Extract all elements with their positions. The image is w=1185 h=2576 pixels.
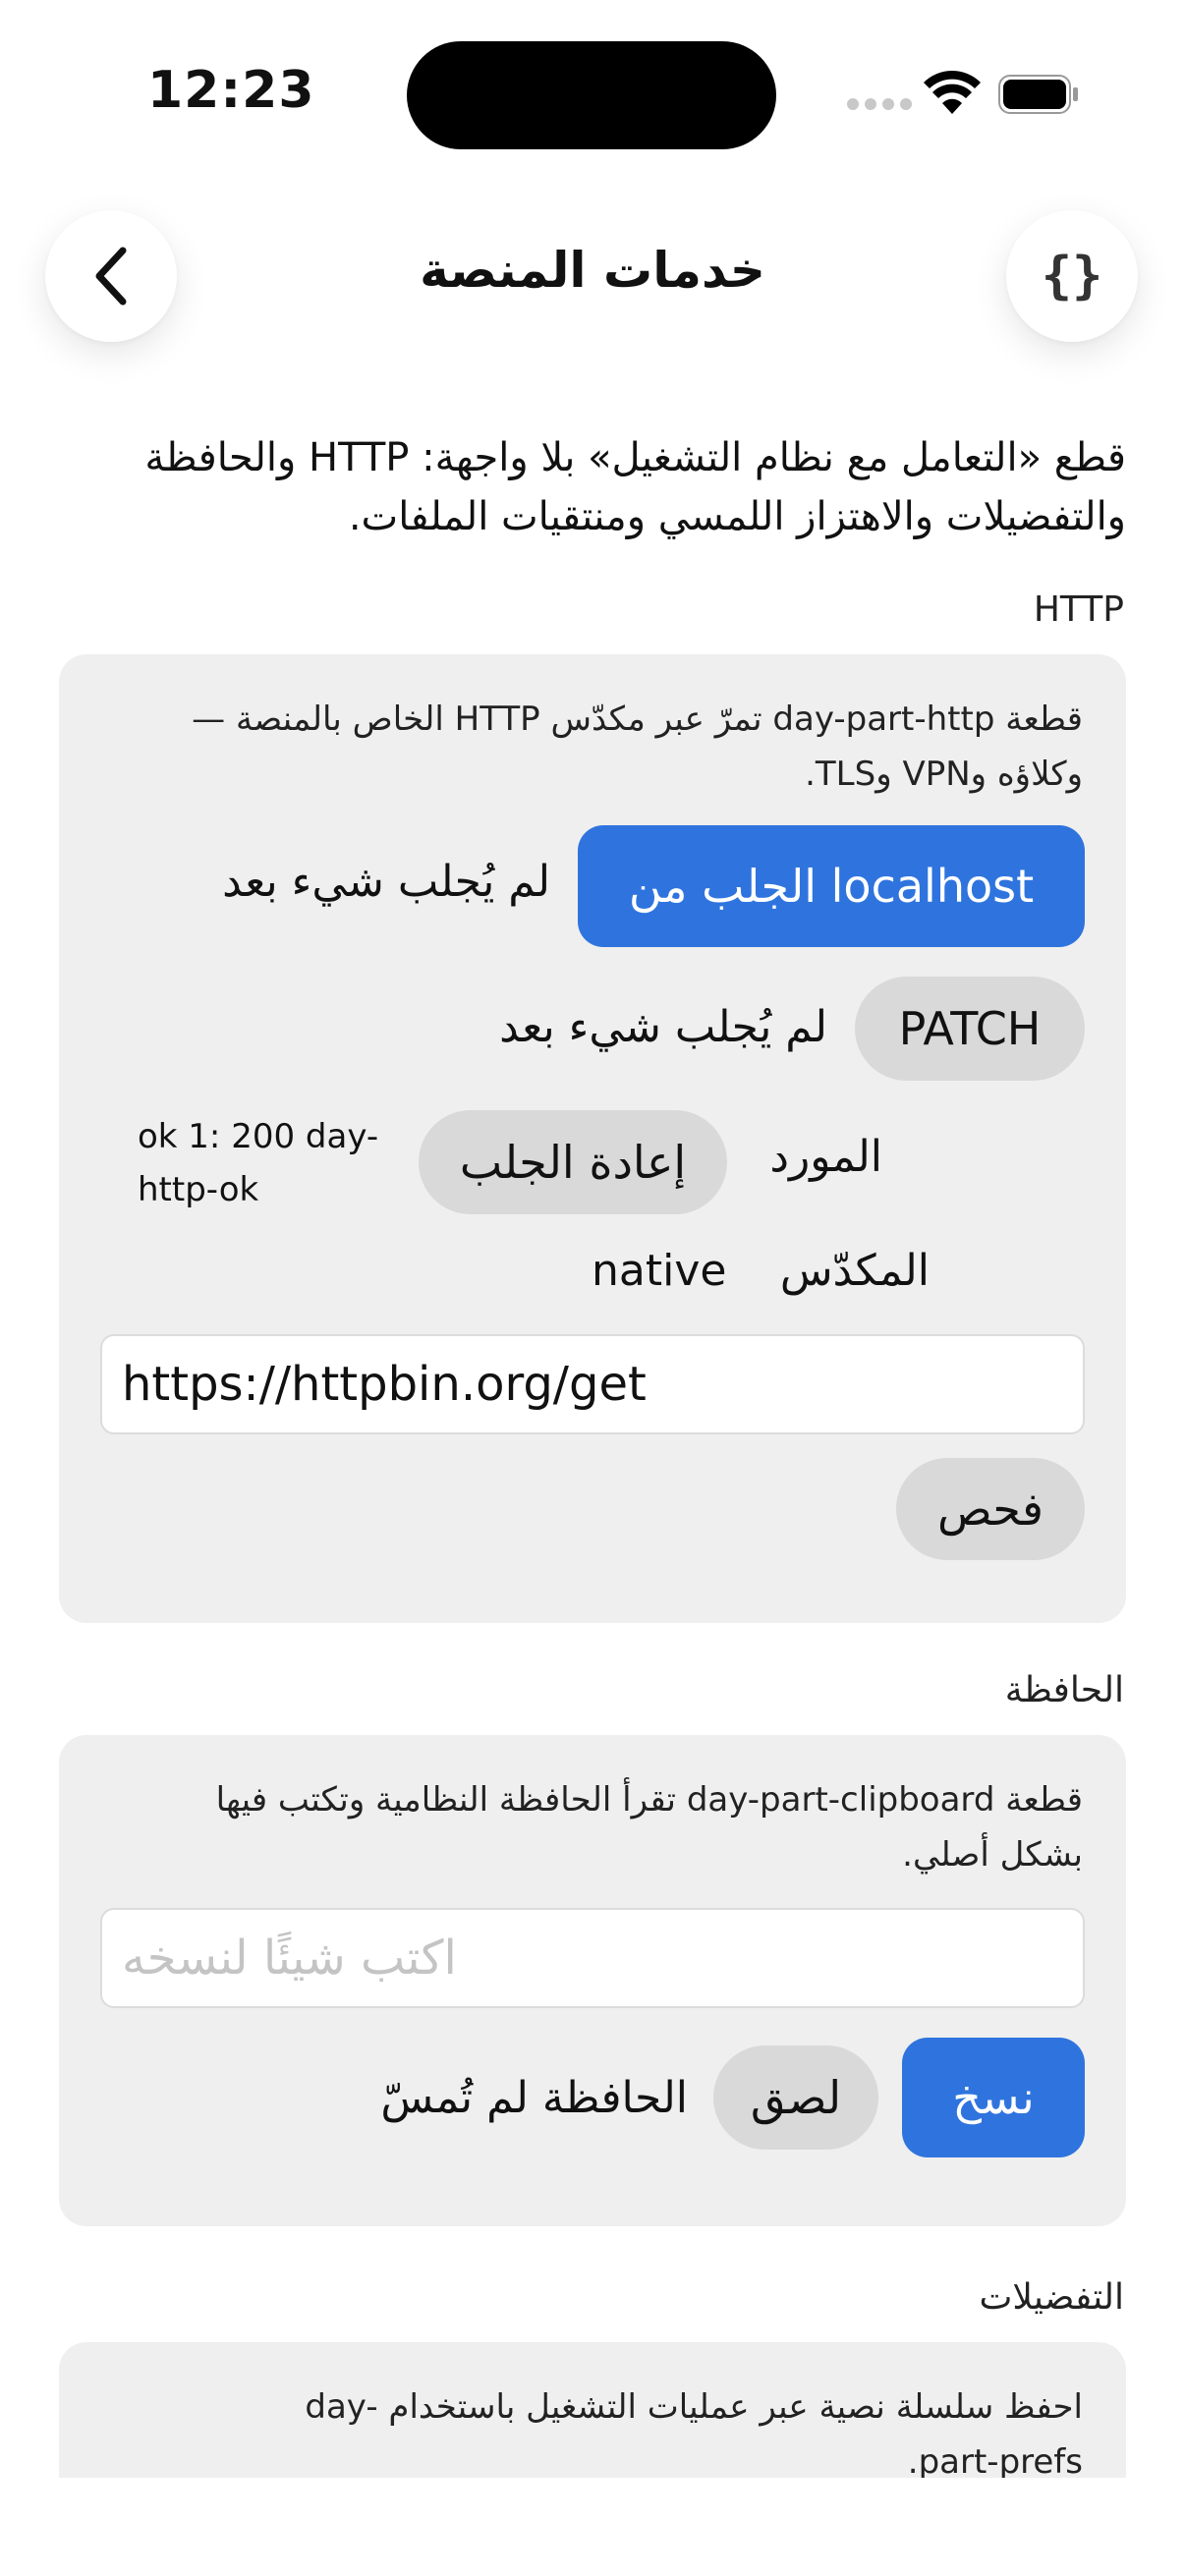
prefs-description: احفظ سلسلة نصية عبر عمليات التشغيل باستخ…: [305, 2387, 1083, 2480]
clipboard-status: الحافظة لم تُمسّ: [380, 2073, 688, 2123]
resource-value: ok 1: 200 day-http-ok: [138, 1117, 379, 1209]
bottom-fade: [0, 2478, 1185, 2576]
section-label-http: HTTP: [1033, 589, 1124, 630]
dynamic-island: [407, 41, 776, 149]
section-label-clipboard: الحافظة: [1004, 1670, 1124, 1710]
copy-button[interactable]: نسخ: [902, 2038, 1085, 2157]
wifi-icon: [924, 71, 981, 114]
http-card: قطعة day-part-http تمرّ عبر مكدّس HTTP ا…: [59, 654, 1126, 1623]
status-time: 12:23: [147, 61, 315, 120]
url-input[interactable]: https://httpbin.org/get: [100, 1334, 1085, 1434]
code-braces-icon: {}: [1041, 247, 1103, 306]
cellular-signal-icon: [847, 98, 912, 110]
battery-icon: [998, 75, 1078, 114]
intro-text: قطع «التعامل مع نظام التشغيل» بلا واجهة:…: [144, 435, 1126, 539]
chevron-left-icon: [95, 247, 127, 306]
paste-button[interactable]: لصق: [713, 2045, 878, 2150]
section-label-prefs: التفضيلات: [979, 2277, 1125, 2318]
patch-button[interactable]: PATCH: [855, 977, 1085, 1081]
back-button[interactable]: [45, 210, 177, 342]
clipboard-card: قطعة day-part-clipboard تقرأ الحافظة الن…: [59, 1735, 1126, 2226]
refetch-button[interactable]: إعادة الجلب: [419, 1110, 727, 1214]
fetch-localhost-status: لم يُجلب شيء بعد: [222, 857, 550, 907]
patch-status: لم يُجلب شيء بعد: [499, 1002, 827, 1052]
resource-label: المورد: [769, 1132, 882, 1182]
check-button[interactable]: فحص: [896, 1458, 1085, 1560]
fetch-localhost-button[interactable]: الجلب من localhost: [578, 825, 1085, 947]
page-title: خدمات المنصة: [420, 242, 765, 299]
clipboard-description: قطعة day-part-clipboard تقرأ الحافظة الن…: [215, 1780, 1083, 1875]
stack-label: المكدّس: [779, 1246, 930, 1296]
stack-value: native: [592, 1246, 727, 1296]
code-braces-button[interactable]: {}: [1006, 210, 1138, 342]
http-description: قطعة day-part-http تمرّ عبر مكدّس HTTP ا…: [192, 700, 1083, 794]
screen: 12:23 خدمات المنصة {} قطع «التعامل مع نظ…: [0, 0, 1185, 2576]
clipboard-input[interactable]: اكتب شيئًا لنسخه: [100, 1908, 1085, 2008]
prefs-card: احفظ سلسلة نصية عبر عمليات التشغيل باستخ…: [59, 2342, 1126, 2480]
